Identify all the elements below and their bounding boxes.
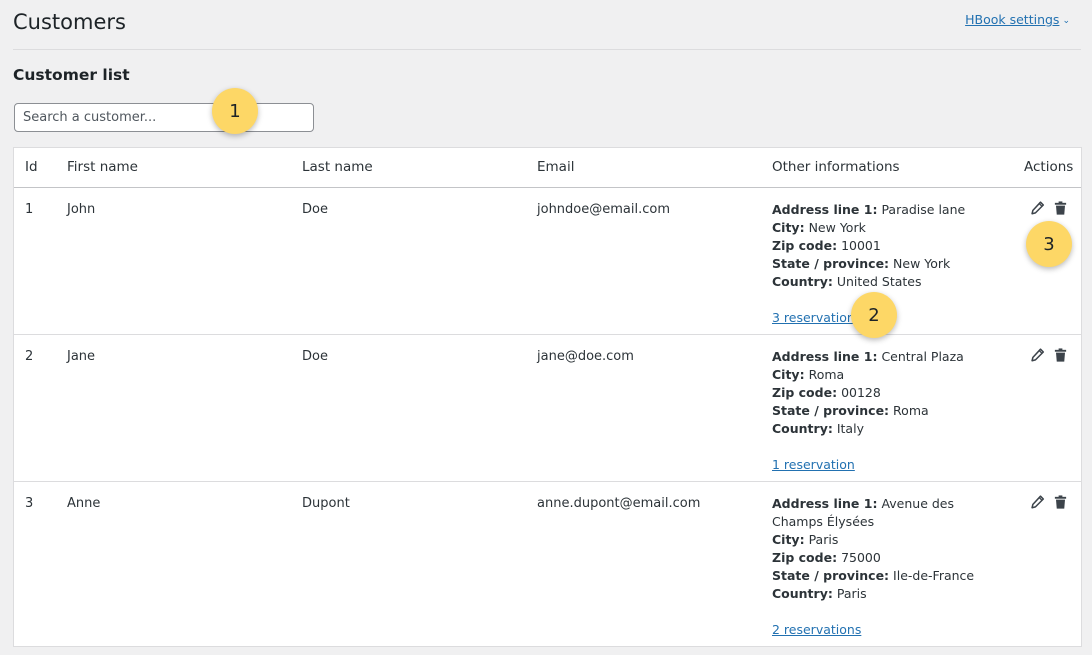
hbook-settings-link[interactable]: HBook settings ⌄ bbox=[965, 12, 1070, 27]
cell-other-informations: Address line 1: Avenue des Champs Élysée… bbox=[772, 495, 1002, 640]
info-address: Address line 1: Central Plaza bbox=[772, 348, 1002, 366]
info-label: City: bbox=[772, 532, 805, 547]
cell-first-name: Anne bbox=[67, 496, 101, 511]
info-label: Country: bbox=[772, 274, 833, 289]
cell-last-name: Doe bbox=[302, 202, 328, 217]
table-row: 2 Jane Doe jane@doe.com Address line 1: … bbox=[14, 335, 1081, 482]
info-value: 00128 bbox=[841, 385, 881, 400]
title-divider bbox=[13, 49, 1081, 50]
reservations-link[interactable]: 2 reservations bbox=[772, 621, 861, 639]
info-country: Country: United States bbox=[772, 273, 1002, 291]
info-address: Address line 1: Paradise lane bbox=[772, 201, 1002, 219]
info-city: City: New York bbox=[772, 219, 1002, 237]
info-state: State / province: New York bbox=[772, 255, 1002, 273]
reservations-link[interactable]: 1 reservation bbox=[772, 456, 855, 474]
info-label: Zip code: bbox=[772, 550, 838, 565]
column-header-other-informations: Other informations bbox=[772, 159, 900, 175]
info-label: State / province: bbox=[772, 568, 890, 583]
search-input[interactable] bbox=[14, 103, 314, 132]
cell-id: 2 bbox=[25, 349, 34, 364]
callout-badge-1: 1 bbox=[212, 88, 258, 134]
cell-other-informations: Address line 1: Central Plaza City: Roma… bbox=[772, 348, 1002, 475]
table-row: 3 Anne Dupont anne.dupont@email.com Addr… bbox=[14, 482, 1081, 646]
info-value: 75000 bbox=[841, 550, 881, 565]
info-label: Address line 1: bbox=[772, 496, 878, 511]
page-title: Customers bbox=[13, 10, 126, 34]
trash-icon[interactable] bbox=[1053, 494, 1068, 510]
info-value: Roma bbox=[808, 367, 845, 382]
pencil-icon[interactable] bbox=[1030, 200, 1045, 216]
pencil-icon[interactable] bbox=[1030, 347, 1045, 363]
column-header-id: Id bbox=[25, 159, 38, 175]
table-row: 1 John Doe johndoe@email.com Address lin… bbox=[14, 188, 1081, 335]
cell-email: anne.dupont@email.com bbox=[537, 496, 701, 511]
table-header: Id First name Last name Email Other info… bbox=[14, 148, 1081, 188]
info-state: State / province: Ile-de-France bbox=[772, 567, 1002, 585]
cell-email: johndoe@email.com bbox=[537, 202, 670, 217]
customers-table: Id First name Last name Email Other info… bbox=[13, 147, 1082, 647]
info-label: Country: bbox=[772, 421, 833, 436]
info-city: City: Roma bbox=[772, 366, 1002, 384]
info-label: State / province: bbox=[772, 403, 890, 418]
info-label: City: bbox=[772, 367, 805, 382]
callout-badge-3: 3 bbox=[1026, 221, 1072, 267]
cell-email: jane@doe.com bbox=[537, 349, 634, 364]
info-zip: Zip code: 75000 bbox=[772, 549, 1002, 567]
info-value: United States bbox=[836, 274, 922, 289]
cell-last-name: Dupont bbox=[302, 496, 350, 511]
column-header-first-name: First name bbox=[67, 159, 138, 175]
chevron-down-icon: ⌄ bbox=[1062, 16, 1070, 26]
info-value: Paris bbox=[836, 586, 867, 601]
column-header-last-name: Last name bbox=[302, 159, 373, 175]
info-value: Central Plaza bbox=[881, 349, 964, 364]
info-label: Zip code: bbox=[772, 385, 838, 400]
cell-first-name: Jane bbox=[67, 349, 96, 364]
info-label: Address line 1: bbox=[772, 202, 878, 217]
info-label: Country: bbox=[772, 586, 833, 601]
info-value: Italy bbox=[836, 421, 864, 436]
info-value: New York bbox=[808, 220, 866, 235]
info-label: State / province: bbox=[772, 256, 890, 271]
cell-first-name: John bbox=[67, 202, 96, 217]
info-zip: Zip code: 10001 bbox=[772, 237, 1002, 255]
column-header-actions: Actions bbox=[1024, 159, 1074, 175]
section-title: Customer list bbox=[13, 66, 130, 84]
pencil-icon[interactable] bbox=[1030, 494, 1045, 510]
info-value: Ile-de-France bbox=[893, 568, 975, 583]
cell-id: 1 bbox=[25, 202, 34, 217]
trash-icon[interactable] bbox=[1053, 347, 1068, 363]
info-address: Address line 1: Avenue des Champs Élysée… bbox=[772, 495, 1002, 531]
callout-badge-2: 2 bbox=[851, 292, 897, 338]
info-zip: Zip code: 00128 bbox=[772, 384, 1002, 402]
trash-icon[interactable] bbox=[1053, 200, 1068, 216]
info-value: Paris bbox=[808, 532, 839, 547]
info-value: Roma bbox=[893, 403, 929, 418]
info-label: Zip code: bbox=[772, 238, 838, 253]
reservations-link[interactable]: 3 reservations bbox=[772, 309, 861, 327]
info-country: Country: Paris bbox=[772, 585, 1002, 603]
info-label: Address line 1: bbox=[772, 349, 878, 364]
row-actions bbox=[1030, 347, 1068, 363]
info-city: City: Paris bbox=[772, 531, 1002, 549]
settings-link-label: HBook settings bbox=[965, 12, 1060, 27]
row-actions bbox=[1030, 494, 1068, 510]
info-label: City: bbox=[772, 220, 805, 235]
info-state: State / province: Roma bbox=[772, 402, 1002, 420]
column-header-email: Email bbox=[537, 159, 575, 175]
info-value: New York bbox=[893, 256, 951, 271]
info-value: 10001 bbox=[841, 238, 881, 253]
cell-id: 3 bbox=[25, 496, 34, 511]
row-actions bbox=[1030, 200, 1068, 216]
cell-last-name: Doe bbox=[302, 349, 328, 364]
info-value: Paradise lane bbox=[881, 202, 966, 217]
info-country: Country: Italy bbox=[772, 420, 1002, 438]
